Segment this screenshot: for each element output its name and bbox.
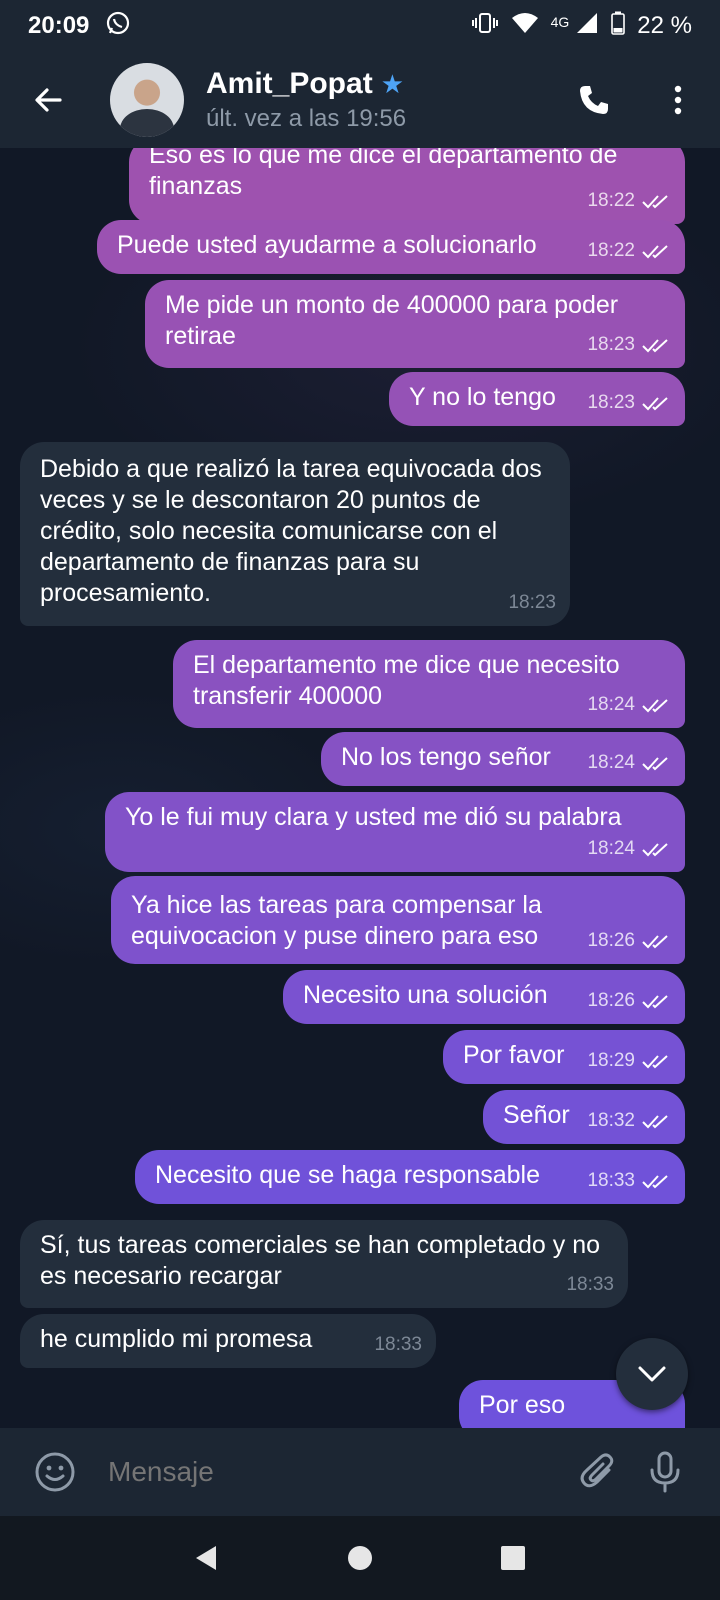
nav-back-icon <box>195 1546 216 1570</box>
message-bubble-in[interactable]: Debido a que realizó la tarea equivocada… <box>20 442 570 626</box>
last-seen: últ. vez a las 19:56 <box>206 105 407 132</box>
back-button[interactable] <box>0 52 96 148</box>
read-ticks-icon <box>642 338 668 352</box>
message-bubble-out[interactable]: El departamento me dice que necesito tra… <box>173 640 685 728</box>
voice-record-button[interactable] <box>632 1439 698 1505</box>
read-ticks-icon <box>642 1174 668 1188</box>
message-bubble-out[interactable]: Eso es lo que me dice el departamento de… <box>129 148 685 224</box>
scroll-down-button[interactable] <box>616 1338 688 1410</box>
nav-recents-button[interactable] <box>483 1528 543 1588</box>
peer-name: Amit_Popat <box>206 67 373 100</box>
emoji-icon <box>35 1452 75 1492</box>
emoji-button[interactable] <box>22 1439 88 1505</box>
message-input[interactable] <box>108 1456 566 1488</box>
read-ticks-icon <box>642 396 668 410</box>
read-ticks-icon <box>642 1114 668 1128</box>
chat-header: Amit_Popat ★ últ. vez a las 19:56 <box>0 52 720 148</box>
message-bubble-out[interactable]: Ya hice las tareas para compensar la equ… <box>111 876 685 964</box>
message-bubble-out[interactable]: Y no lo tengo 18:23 <box>389 372 685 426</box>
vibrate-icon <box>471 11 499 42</box>
avatar[interactable] <box>110 63 184 137</box>
call-button[interactable] <box>552 52 636 148</box>
message-list[interactable]: Eso es lo que me dice el departamento de… <box>0 148 720 1428</box>
read-ticks-icon <box>642 1054 668 1068</box>
status-bar: 20:09 4G 22 % <box>0 0 720 52</box>
message-bubble-out[interactable]: Necesito una solución 18:26 <box>283 970 685 1024</box>
read-ticks-icon <box>642 698 668 712</box>
message-bubble-out[interactable]: Por favor 18:29 <box>443 1030 685 1084</box>
status-time: 20:09 <box>28 12 90 39</box>
message-bubble-in[interactable]: he cumplido mi promesa 18:33 <box>20 1314 436 1368</box>
attach-icon <box>580 1453 614 1488</box>
peer-info[interactable]: Amit_Popat ★ últ. vez a las 19:56 <box>206 67 406 133</box>
chevron-down-icon <box>638 1366 666 1382</box>
star-icon: ★ <box>380 68 404 99</box>
message-bubble-out[interactable]: Puede usted ayudarme a solucionarlo 18:2… <box>97 220 685 274</box>
nav-home-button[interactable] <box>330 1528 390 1588</box>
message-input-bar <box>0 1428 720 1516</box>
wifi-icon <box>511 11 539 42</box>
read-ticks-icon <box>642 244 668 258</box>
system-nav-bar <box>0 1516 720 1600</box>
message-bubble-out[interactable]: Necesito que se haga responsable 18:33 <box>135 1150 685 1204</box>
read-ticks-icon <box>642 756 668 770</box>
attach-button[interactable] <box>566 1439 632 1505</box>
read-ticks-icon <box>642 934 668 948</box>
network-type: 4G <box>550 14 570 30</box>
message-bubble-out[interactable]: No los tengo señor 18:24 <box>321 732 685 786</box>
mic-icon <box>650 1451 680 1493</box>
signal-icon <box>575 11 599 42</box>
read-ticks-icon <box>642 842 668 856</box>
read-ticks-icon <box>642 194 668 208</box>
message-bubble-out[interactable]: Señor 18:32 <box>483 1090 685 1144</box>
nav-back-button[interactable] <box>177 1528 237 1588</box>
battery-icon <box>611 11 626 42</box>
battery-level: 22 % <box>637 12 692 39</box>
more-vertical-icon <box>674 85 682 115</box>
phone-icon <box>580 86 608 114</box>
read-ticks-icon <box>642 994 668 1008</box>
nav-home-icon <box>347 1546 372 1570</box>
message-bubble-out[interactable]: Yo le fui muy clara y usted me dió su pa… <box>105 792 685 872</box>
message-bubble-out[interactable]: Me pide un monto de 400000 para poder re… <box>145 280 685 368</box>
message-bubble-in[interactable]: Sí, tus tareas comerciales se han comple… <box>20 1220 628 1308</box>
back-arrow-icon <box>35 88 62 112</box>
more-options-button[interactable] <box>636 52 720 148</box>
nav-recents-icon <box>501 1546 526 1570</box>
whatsapp-icon <box>105 10 131 43</box>
